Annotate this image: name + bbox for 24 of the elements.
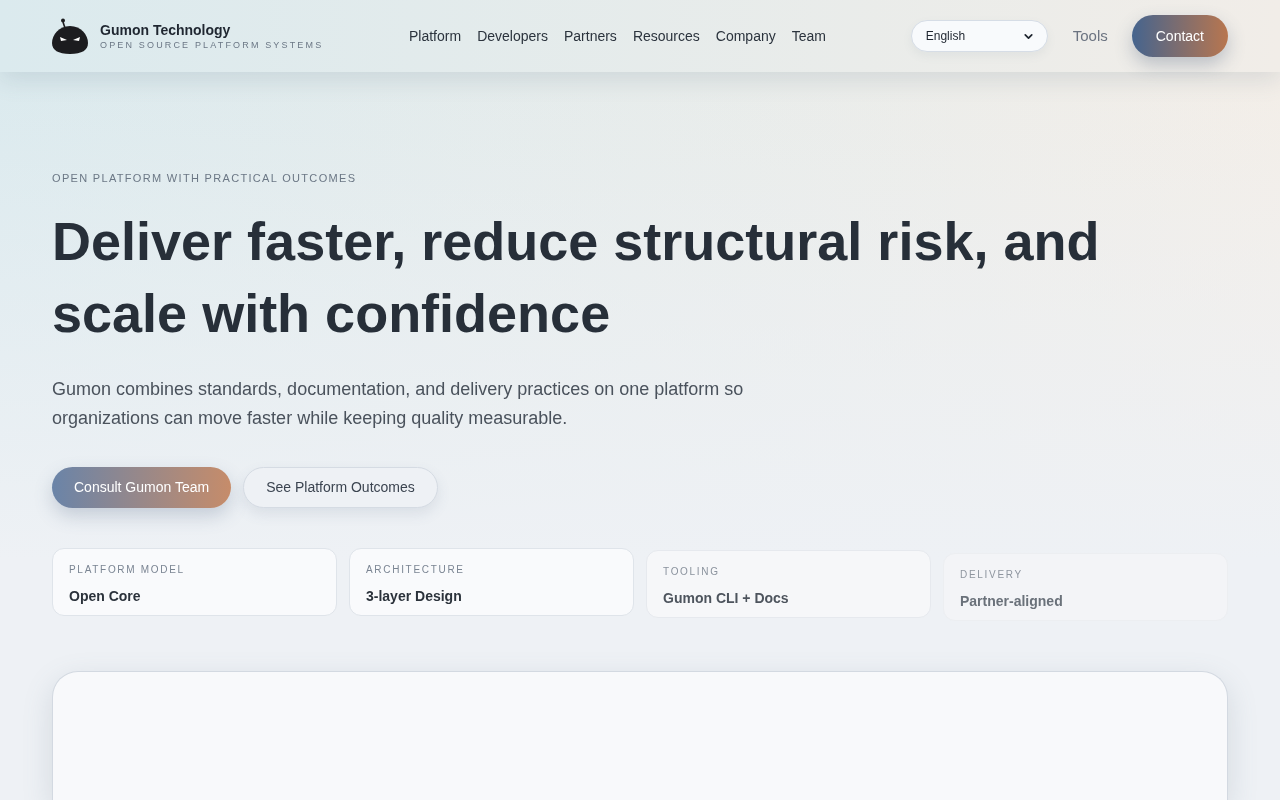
nav-link[interactable]: Partners [563, 25, 617, 47]
highlight-label: TOOLING [663, 566, 720, 578]
highlight-value: Partner-aligned [960, 592, 1063, 610]
hero-eyebrow: OPEN PLATFORM WITH PRACTICAL OUTCOMES [52, 171, 357, 185]
highlight-value: Open Core [69, 587, 141, 605]
highlight-label: DELIVERY [960, 569, 1023, 581]
outcomes-button[interactable]: See Platform Outcomes [243, 467, 438, 508]
nav-link[interactable]: Developers [477, 25, 548, 47]
nav-link[interactable]: Resources [632, 25, 700, 47]
tools-link[interactable]: Tools [1072, 24, 1108, 48]
highlight-value: 3-layer Design [366, 587, 462, 605]
highlight-label: PLATFORM MODEL [69, 564, 185, 576]
highlight-value: Gumon CLI + Docs [663, 589, 789, 607]
nav-link[interactable]: Company [715, 25, 776, 47]
brand-name: Gumon Technology [100, 21, 231, 39]
brand-tagline: OPEN SOURCE PLATFORM SYSTEMS [100, 39, 324, 51]
logo-icon [52, 18, 88, 54]
nav-link[interactable]: Platform [409, 25, 462, 47]
contact-button[interactable]: Contact [1131, 15, 1228, 57]
hero-heading: Deliver faster, reduce structural risk, and scale with confidence [52, 210, 1101, 345]
language-select[interactable]: English [910, 20, 1048, 52]
hero-description: Gumon combines standards, documentation, and delivery practices on one platform so organizations can move faster while keeping quality measurable. [52, 378, 745, 430]
nav-link[interactable]: Team [791, 25, 826, 47]
highlight-label: ARCHITECTURE [366, 564, 465, 576]
